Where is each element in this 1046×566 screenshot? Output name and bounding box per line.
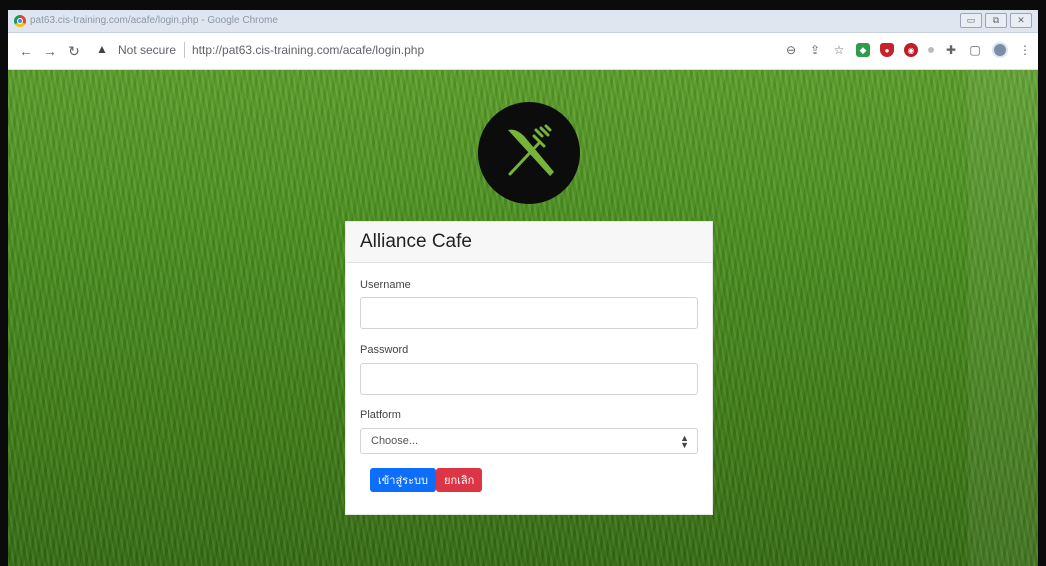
toolbar-icons: ⊖ ⇪ ☆ ◆ ● ◉ ✚ ▢ ⋮ xyxy=(784,42,1032,58)
chrome-logo-icon xyxy=(14,15,26,27)
back-icon[interactable]: ← xyxy=(18,43,34,59)
warning-icon[interactable]: ▲ xyxy=(96,42,108,56)
browser-toolbar: ← → ↻ ▲ Not secure http://pat63.cis-trai… xyxy=(8,33,1038,70)
background-seam xyxy=(968,70,1038,566)
star-icon[interactable]: ☆ xyxy=(832,43,846,57)
extension-dot-icon[interactable] xyxy=(928,47,934,53)
profile-icon[interactable] xyxy=(992,42,1008,58)
card-header: Alliance Cafe xyxy=(346,222,712,263)
platform-label: Platform xyxy=(360,409,401,421)
restore-icon[interactable]: ⧉ xyxy=(985,13,1007,28)
sidepanel-icon[interactable]: ▢ xyxy=(968,43,982,57)
address-bar[interactable]: ▲ Not secure http://pat63.cis-training.c… xyxy=(92,38,762,62)
window-controls: ▭ ⧉ ✕ xyxy=(960,13,1032,28)
extension-green-icon[interactable]: ◆ xyxy=(856,43,870,57)
menu-icon[interactable]: ⋮ xyxy=(1018,43,1032,57)
divider xyxy=(184,42,185,58)
platform-select[interactable]: Choose... ▲ ▼ xyxy=(360,428,698,454)
reload-icon[interactable]: ↻ xyxy=(66,43,82,60)
extension-red-icon[interactable]: ◉ xyxy=(904,43,918,57)
zoom-icon[interactable]: ⊖ xyxy=(784,43,798,57)
forward-icon[interactable]: → xyxy=(42,43,58,59)
page-title: Alliance Cafe xyxy=(360,231,472,252)
chevron-updown-icon: ▲ ▼ xyxy=(680,433,689,450)
username-label: Username xyxy=(360,279,411,291)
security-label[interactable]: Not secure xyxy=(118,43,176,57)
minimize-icon[interactable]: ▭ xyxy=(960,13,982,28)
username-input[interactable] xyxy=(360,297,698,329)
extension-shield-icon[interactable]: ● xyxy=(880,43,894,57)
password-label: Password xyxy=(360,344,409,356)
browser-window: pat63.cis-training.com/acafe/login.php -… xyxy=(8,10,1038,566)
url-text[interactable]: http://pat63.cis-training.com/acafe/logi… xyxy=(192,43,424,57)
puzzle-icon[interactable]: ✚ xyxy=(944,43,958,57)
title-bar: pat63.cis-training.com/acafe/login.php -… xyxy=(8,10,1038,33)
platform-selected-value: Choose... xyxy=(371,435,419,447)
close-icon[interactable]: ✕ xyxy=(1010,13,1032,28)
login-button[interactable]: เข้าสู่ระบบ xyxy=(370,468,436,492)
fork-knife-icon xyxy=(508,124,554,176)
password-input[interactable] xyxy=(360,363,698,395)
window-title: pat63.cis-training.com/acafe/login.php -… xyxy=(30,15,278,26)
share-icon[interactable]: ⇪ xyxy=(808,43,822,57)
page-background: Alliance Cafe Username Password Platform… xyxy=(8,70,1038,566)
login-card: Alliance Cafe Username Password Platform… xyxy=(345,221,713,515)
cancel-button[interactable]: ยกเลิก xyxy=(436,468,483,492)
cafe-logo xyxy=(478,102,580,204)
